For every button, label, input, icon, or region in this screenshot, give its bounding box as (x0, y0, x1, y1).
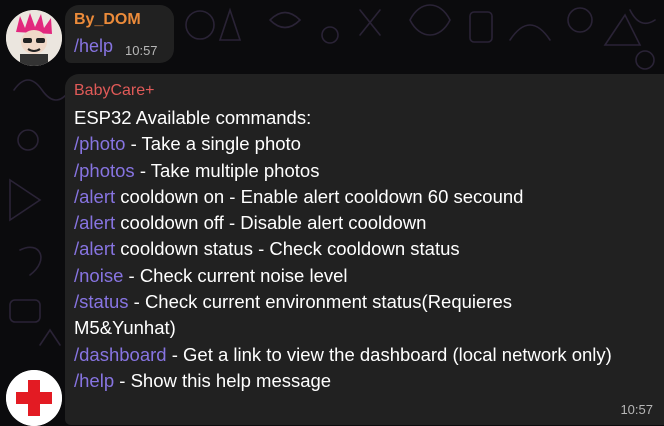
command-description: cooldown status - Check cooldown status (115, 238, 460, 260)
command-description: cooldown off - Disable alert cooldown (115, 212, 427, 234)
message-time: 10:57 (125, 43, 158, 58)
sender-name[interactable]: By_DOM (74, 11, 141, 29)
command-link[interactable]: /help (74, 370, 114, 391)
command-description: - Get a link to view the dashboard (loca… (166, 343, 612, 365)
message-command-link[interactable]: /help (74, 36, 113, 57)
command-link[interactable]: /dashboard (74, 344, 167, 365)
command-description: - Take a single photo (125, 133, 301, 155)
command-line: /alert cooldown status - Check cooldown … (74, 236, 634, 262)
red-cross-icon (6, 370, 62, 426)
command-line: /photo - Take a single photo (74, 131, 634, 157)
command-link[interactable]: /photo (74, 133, 125, 154)
message-body: ESP32 Available commands: /photo - Take … (74, 105, 634, 394)
command-description: - Check current environment status(Requi… (74, 291, 513, 339)
command-line: /dashboard - Get a link to view the dash… (74, 342, 619, 368)
pink-haired-punk-avatar-icon (6, 10, 62, 66)
sender-name[interactable]: BabyCare+ (74, 82, 155, 100)
command-link[interactable]: /status (74, 291, 129, 312)
bot-avatar[interactable] (6, 370, 62, 426)
command-line: /alert cooldown on - Enable alert cooldo… (74, 184, 634, 210)
command-link[interactable]: /alert (74, 186, 115, 207)
command-description: - Check current noise level (123, 264, 348, 286)
command-line: /noise - Check current noise level (74, 263, 634, 289)
command-link[interactable]: /photos (74, 160, 135, 181)
command-description: - Show this help message (114, 369, 332, 391)
command-line: /help - Show this help message (74, 368, 634, 394)
message-heading: ESP32 Available commands: (74, 107, 312, 128)
message-time: 10:57 (620, 402, 653, 417)
user-avatar[interactable] (6, 10, 62, 66)
command-description: - Take multiple photos (134, 159, 320, 181)
message-bubble-user[interactable]: By_DOM /help 10:57 (65, 5, 174, 63)
command-link[interactable]: /noise (74, 265, 123, 286)
command-link[interactable]: /alert (74, 238, 115, 259)
command-line: /status - Check current environment stat… (74, 289, 564, 342)
command-line: /alert cooldown off - Disable alert cool… (74, 210, 634, 236)
message-bubble-bot[interactable]: BabyCare+ ESP32 Available commands: /pho… (65, 74, 664, 425)
command-description: cooldown on - Enable alert cooldown 60 s… (115, 185, 524, 207)
command-line: /photos - Take multiple photos (74, 158, 634, 184)
command-link[interactable]: /alert (74, 212, 115, 233)
